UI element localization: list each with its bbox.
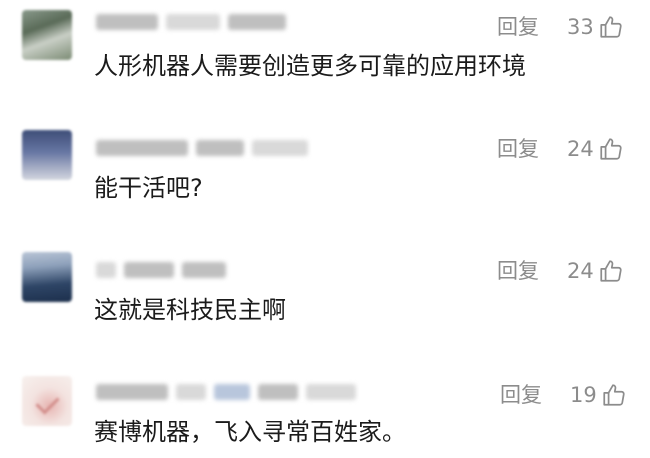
avatar[interactable]	[22, 376, 72, 426]
thumbs-up-icon	[600, 138, 622, 160]
like-button[interactable]: 19	[570, 382, 627, 408]
thumbs-up-icon	[600, 260, 622, 282]
avatar[interactable]	[22, 130, 72, 180]
like-button[interactable]: 24	[567, 136, 624, 162]
username-blurred[interactable]	[96, 14, 286, 30]
comment-item: 赛博机器，飞入寻常百姓家。 回复 19	[0, 360, 650, 458]
like-count: 24	[567, 259, 594, 283]
username-blurred[interactable]	[96, 384, 356, 400]
like-count: 33	[567, 15, 594, 39]
comment-item: 能干活吧? 回复 24	[0, 116, 650, 238]
like-count: 24	[567, 137, 594, 161]
reply-button[interactable]: 回复	[497, 136, 539, 162]
avatar[interactable]	[22, 252, 72, 302]
comment-text: 人形机器人需要创造更多可靠的应用环境	[94, 52, 526, 80]
comment-text: 赛博机器，飞入寻常百姓家。	[94, 418, 406, 446]
username-blurred[interactable]	[96, 262, 226, 278]
comment-item: 这就是科技民主啊 回复 24	[0, 238, 650, 360]
comment-text: 这就是科技民主啊	[94, 296, 286, 324]
thumbs-up-icon	[603, 384, 625, 406]
avatar-mark	[35, 390, 60, 415]
comment-text: 能干活吧?	[94, 174, 203, 202]
like-button[interactable]: 24	[567, 258, 624, 284]
reply-button[interactable]: 回复	[497, 258, 539, 284]
like-button[interactable]: 33	[567, 14, 624, 40]
thumbs-up-icon	[600, 16, 622, 38]
avatar[interactable]	[22, 10, 72, 60]
reply-button[interactable]: 回复	[497, 14, 539, 40]
username-blurred[interactable]	[96, 140, 308, 156]
like-count: 19	[570, 383, 597, 407]
comment-item: 人形机器人需要创造更多可靠的应用环境 回复 33	[0, 0, 650, 116]
reply-button[interactable]: 回复	[500, 382, 542, 408]
